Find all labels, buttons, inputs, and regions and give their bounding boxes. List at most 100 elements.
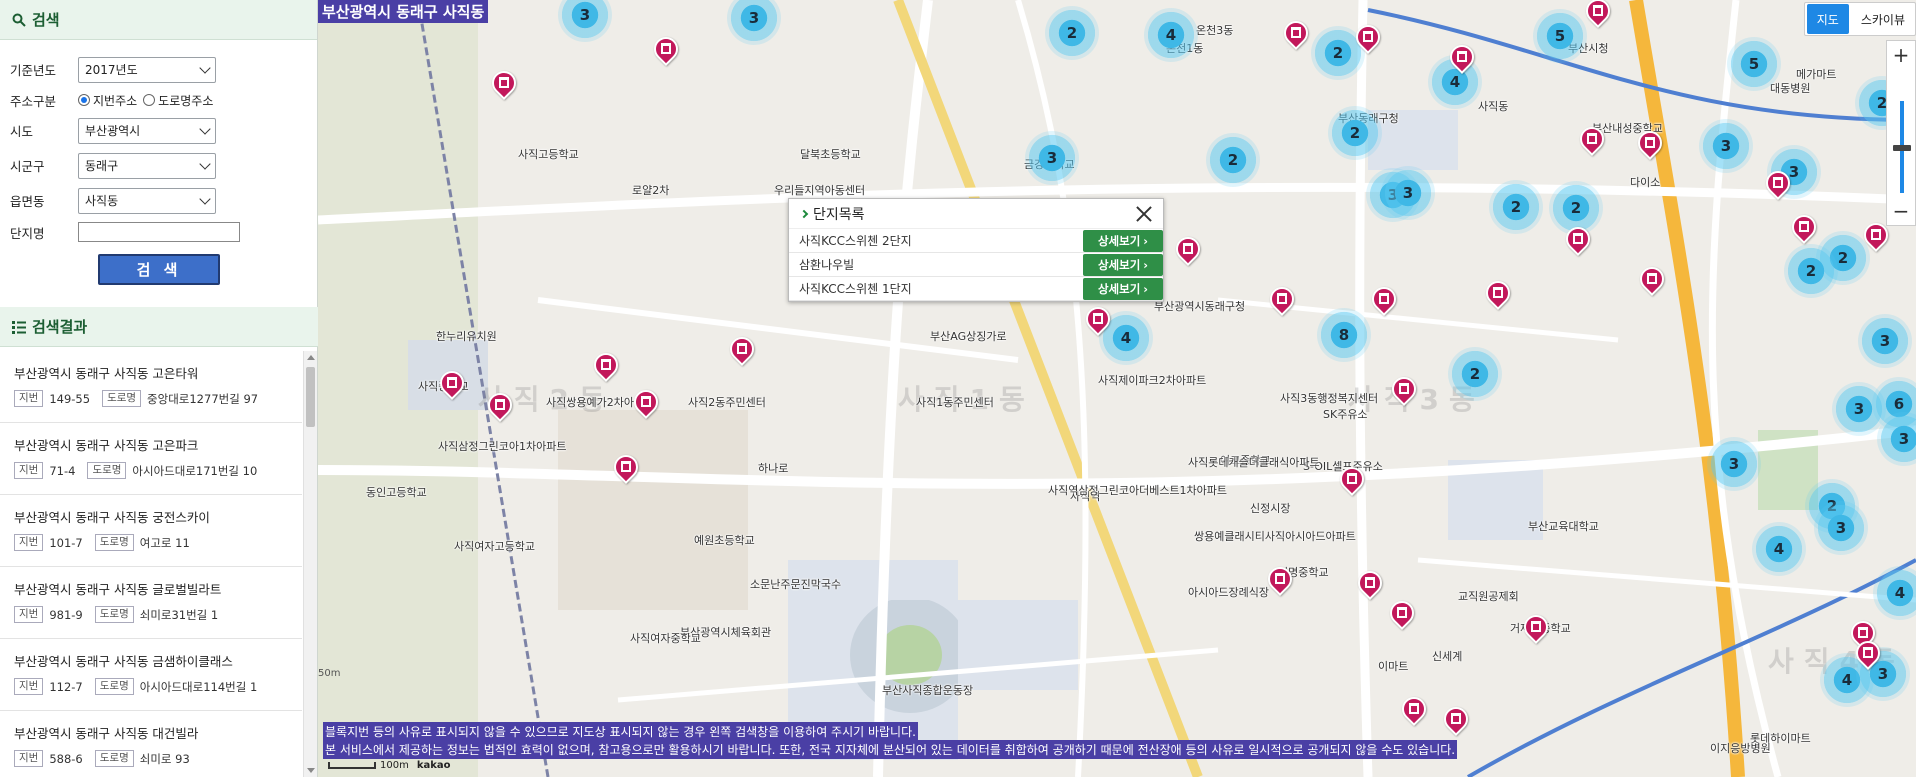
result-name: 부산광역시 동래구 사직동 대건빌라 xyxy=(14,726,199,741)
apartment-pin-icon[interactable] xyxy=(1575,122,1609,157)
apartment-pin-icon[interactable] xyxy=(1081,302,1115,337)
close-icon[interactable] xyxy=(1133,203,1155,225)
apartment-pin-icon[interactable] xyxy=(1387,372,1421,407)
cluster-marker[interactable]: 3 xyxy=(1699,119,1753,173)
road-tag: 도로명 xyxy=(94,606,134,623)
results-scrollbar[interactable] xyxy=(303,351,317,777)
result-address: 지번 149-55 도로명 중앙대로1277번길 97 xyxy=(14,390,302,407)
cluster-marker[interactable]: 3 xyxy=(1858,314,1912,368)
map-canvas[interactable]: 사직2동사직1동사직3동사직4동 사직고등학교달북초등학교로얄2차우리들지역아동… xyxy=(318,0,1916,777)
popup-row-name: 사직KCC스위첸 2단지 xyxy=(799,234,912,248)
road-tag: 도로명 xyxy=(94,750,134,767)
cluster-marker[interactable]: 3 xyxy=(1707,437,1761,491)
map-type-map-button[interactable]: 지도 xyxy=(1806,4,1849,34)
cluster-marker[interactable]: 2 xyxy=(1448,347,1502,401)
zoom-control: + − xyxy=(1886,40,1916,226)
scroll-up-icon[interactable] xyxy=(307,355,315,360)
chevron-down-icon xyxy=(199,157,211,170)
apartment-pin-icon[interactable] xyxy=(1761,166,1795,201)
result-item[interactable]: 부산광역시 동래구 사직동 궁전스카이 지번 101-7 도로명 여고로 11 xyxy=(0,495,302,567)
radio-road[interactable]: 도로명주소 xyxy=(143,92,213,109)
apartment-pin-icon[interactable] xyxy=(1439,702,1473,737)
cluster-marker[interactable]: 5 xyxy=(1533,9,1587,63)
apartment-pin-icon[interactable] xyxy=(649,32,683,67)
apartment-pin-icon[interactable] xyxy=(1859,218,1893,253)
detail-button[interactable]: 상세보기 › xyxy=(1083,253,1163,276)
eupmyeon-select[interactable]: 사직동 xyxy=(78,187,216,214)
apartment-pin-icon[interactable] xyxy=(435,366,469,401)
result-item[interactable]: 부산광역시 동래구 사직동 금샘하이클래스 지번 112-7 도로명 아시아드대로114… xyxy=(0,639,302,711)
cluster-marker[interactable]: 3 xyxy=(1381,166,1435,220)
cluster-marker[interactable]: 8 xyxy=(1317,308,1371,362)
apartment-pin-icon[interactable] xyxy=(1265,282,1299,317)
cluster-marker[interactable]: 4 xyxy=(1144,8,1198,62)
map-poi-label: 부산사직종합운동장 xyxy=(882,684,974,697)
scroll-down-icon[interactable] xyxy=(307,768,315,773)
cluster-marker[interactable]: 4 xyxy=(1752,522,1806,576)
sigungu-select[interactable]: 동래구 xyxy=(78,152,216,179)
apartment-pin-icon[interactable] xyxy=(1397,692,1431,727)
cluster-marker[interactable]: 2 xyxy=(1328,106,1382,160)
radio-jibun[interactable]: 지번주소 xyxy=(78,92,137,109)
apartment-pin-icon[interactable] xyxy=(1351,20,1385,55)
apartment-pin-icon[interactable] xyxy=(1519,610,1553,645)
year-row: 기준년도 2017년도 xyxy=(0,52,317,87)
apartment-pin-icon[interactable] xyxy=(1263,562,1297,597)
map-poi-label: 달북초등학교 xyxy=(800,148,861,161)
detail-button[interactable]: 상세보기 › xyxy=(1083,229,1163,252)
apartment-pin-icon[interactable] xyxy=(589,348,623,383)
zoom-knob[interactable] xyxy=(1893,145,1911,151)
map-poi-label: 교직원공제회 xyxy=(1458,590,1519,603)
apartment-pin-icon[interactable] xyxy=(1851,636,1885,671)
zoom-in-button[interactable]: + xyxy=(1887,41,1915,69)
apartment-pin-icon[interactable] xyxy=(629,385,663,420)
apartment-pin-icon[interactable] xyxy=(1445,40,1479,75)
sigungu-label: 시군구 xyxy=(10,159,45,174)
cluster-marker[interactable]: 2 xyxy=(1045,6,1099,60)
year-select[interactable]: 2017년도 xyxy=(78,56,216,83)
apartment-pin-icon[interactable] xyxy=(1385,596,1419,631)
cluster-marker[interactable]: 2 xyxy=(1206,133,1260,187)
apartment-pin-icon[interactable] xyxy=(1787,210,1821,245)
apartment-pin-icon[interactable] xyxy=(1635,262,1669,297)
cluster-marker[interactable]: 2 xyxy=(1784,244,1838,298)
detail-button[interactable]: 상세보기 › xyxy=(1083,277,1163,300)
apartment-pin-icon[interactable] xyxy=(1279,16,1313,51)
result-item[interactable]: 부산광역시 동래구 사직동 글로벌빌라트 지번 981-9 도로명 쇠미로31번길 1 xyxy=(0,567,302,639)
apartment-pin-icon[interactable] xyxy=(1481,276,1515,311)
cluster-marker[interactable]: 2 xyxy=(1489,180,1543,234)
map-poi-label: 쌍용예클래시티사직아시아드아파트 xyxy=(1194,530,1356,543)
apartment-pin-icon[interactable] xyxy=(483,388,517,423)
apartment-pin-icon[interactable] xyxy=(1171,232,1205,267)
cluster-marker[interactable]: 5 xyxy=(1727,37,1781,91)
notice-2: 본 서비스에서 제공하는 정보는 법적인 효력이 없으며, 참고용으로만 활용하… xyxy=(323,740,1458,759)
result-item[interactable]: 부산광역시 동래구 사직동 대건빌라 지번 588-6 도로명 쇠미로 93 xyxy=(0,711,302,777)
apartment-pin-icon[interactable] xyxy=(609,450,643,485)
road-value: 아시아드대로171번길 10 xyxy=(132,463,258,478)
search-button[interactable]: 검 색 xyxy=(98,254,220,285)
apartment-pin-icon[interactable] xyxy=(1581,0,1615,29)
scroll-thumb[interactable] xyxy=(306,367,315,427)
apartment-pin-icon[interactable] xyxy=(487,66,521,101)
result-item[interactable]: 부산광역시 동래구 사직동 고은타워 지번 149-55 도로명 중앙대로1277번길 … xyxy=(0,351,302,423)
sido-select[interactable]: 부산광역시 xyxy=(78,117,216,144)
apartment-pin-icon[interactable] xyxy=(1353,566,1387,601)
apartment-pin-icon[interactable] xyxy=(1367,282,1401,317)
eupmyeon-label: 읍면동 xyxy=(10,194,45,209)
popup-header: 단지목록 xyxy=(789,199,1163,229)
apartment-pin-icon[interactable] xyxy=(1335,462,1369,497)
popup-row: 사직KCC스위첸 2단지 상세보기 › xyxy=(789,229,1163,253)
road-value: 아시아드대로114번길 1 xyxy=(139,679,258,694)
cluster-marker[interactable]: 3 xyxy=(1025,131,1079,185)
apartment-pin-icon[interactable] xyxy=(725,332,759,367)
scale-bar: 100m kakao xyxy=(328,760,451,771)
road-value: 중앙대로1277번길 97 xyxy=(147,391,259,406)
cluster-marker[interactable]: 3 xyxy=(1814,501,1868,555)
danji-input[interactable] xyxy=(78,222,240,242)
apartment-pin-icon[interactable] xyxy=(1633,126,1667,161)
map-type-sky-button[interactable]: 스카이뷰 xyxy=(1851,4,1915,34)
result-item[interactable]: 부산광역시 동래구 사직동 고은파크 지번 71-4 도로명 아시아드대로171번길 1… xyxy=(0,423,302,495)
map-poi-label: 사직여자고등학교 xyxy=(454,540,535,553)
zoom-out-button[interactable]: − xyxy=(1887,197,1915,225)
apartment-pin-icon[interactable] xyxy=(1561,222,1595,257)
